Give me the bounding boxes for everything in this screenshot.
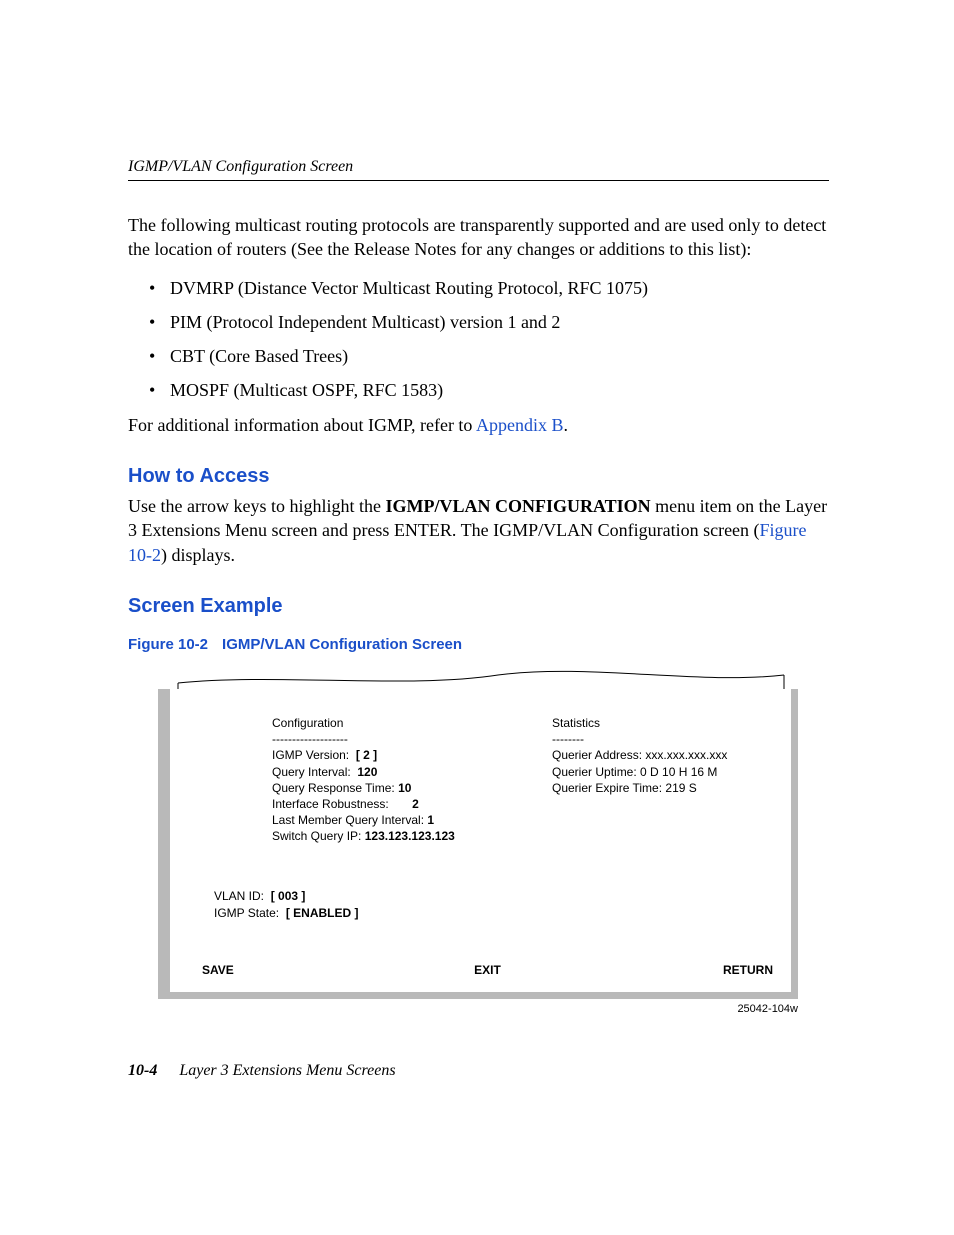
frame-left: [158, 689, 170, 999]
screen-example-heading: Screen Example: [128, 595, 829, 618]
running-head: IGMP/VLAN Configuration Screen: [128, 158, 829, 176]
config-row: Last Member Query Interval: 1: [272, 812, 502, 828]
stats-title: Statistics: [552, 715, 773, 731]
footer-title: Layer 3 Extensions Menu Screens: [161, 1062, 395, 1079]
list-item: PIM (Protocol Independent Multicast) ver…: [128, 310, 829, 334]
list-item: MOSPF (Multicast OSPF, RFC 1583): [128, 378, 829, 402]
query-interval-value[interactable]: 120: [357, 765, 377, 779]
exit-button[interactable]: EXIT: [474, 963, 501, 977]
terminal-screen: Configuration ------------------- IGMP V…: [158, 689, 798, 999]
switch-ip-label: Switch Query IP:: [272, 829, 361, 843]
figure-caption: Figure 10-2 IGMP/VLAN Configuration Scree…: [128, 636, 829, 653]
frame-bottom: [158, 992, 798, 999]
config-row: Query Interval: 120: [272, 764, 502, 780]
config-row: IGMP Version: [ 2 ]: [272, 747, 502, 763]
config-rule: -------------------: [272, 731, 502, 747]
menu-item-bold: IGMP/VLAN CONFIGURATION: [385, 496, 650, 516]
frame-right: [791, 689, 798, 999]
config-row: Interface Robustness: 2: [272, 796, 502, 812]
iface-robust-value[interactable]: 2: [412, 797, 419, 811]
intro-paragraph: The following multicast routing protocol…: [128, 213, 829, 262]
list-item: CBT (Core Based Trees): [128, 344, 829, 368]
last-member-label: Last Member Query Interval:: [272, 813, 424, 827]
switch-ip-value[interactable]: 123.123.123.123: [365, 829, 455, 843]
protocol-list: DVMRP (Distance Vector Multicast Routing…: [128, 276, 829, 403]
state-row: VLAN ID: [ 003 ]: [214, 888, 773, 904]
iface-robust-label: Interface Robustness:: [272, 797, 389, 811]
config-row: Query Response Time: 10: [272, 780, 502, 796]
query-response-value[interactable]: 10: [398, 781, 411, 795]
text: For additional information about IGMP, r…: [128, 415, 476, 435]
stats-row: Querier Address: xxx.xxx.xxx.xxx: [552, 747, 773, 763]
igmp-state-label: IGMP State:: [214, 906, 279, 920]
stats-row: Querier Uptime: 0 D 10 H 16 M: [552, 764, 773, 780]
igmp-state-value[interactable]: [ ENABLED ]: [286, 906, 359, 920]
page-number: 10-4: [128, 1062, 157, 1079]
query-interval-label: Query Interval:: [272, 765, 351, 779]
appendix-link[interactable]: Appendix B: [476, 415, 564, 435]
querier-expire-label: Querier Expire Time:: [552, 781, 662, 795]
last-member-value[interactable]: 1: [427, 813, 434, 827]
querier-address-label: Querier Address:: [552, 748, 642, 762]
text: .: [563, 415, 568, 435]
how-to-access-heading: How to Access: [128, 465, 829, 488]
figure-title: IGMP/VLAN Configuration Screen: [222, 636, 462, 653]
querier-address-value: xxx.xxx.xxx.xxx: [645, 748, 727, 762]
state-row: IGMP State: [ ENABLED ]: [214, 905, 773, 921]
query-response-label: Query Response Time:: [272, 781, 395, 795]
header-rule: [128, 180, 829, 181]
text: Use the arrow keys to highlight the: [128, 496, 385, 516]
igmp-version-label: IGMP Version:: [272, 748, 349, 762]
querier-expire-value: 219 S: [665, 781, 696, 795]
stats-rule: --------: [552, 731, 773, 747]
tear-line-icon: [158, 665, 798, 689]
config-title: Configuration: [272, 715, 502, 731]
appendix-line: For additional information about IGMP, r…: [128, 413, 829, 437]
text: ) displays.: [161, 545, 235, 565]
querier-uptime-value: 0 D 10 H 16 M: [640, 765, 717, 779]
vlan-id-value[interactable]: [ 003 ]: [271, 889, 306, 903]
config-row: Switch Query IP: 123.123.123.123: [272, 828, 502, 844]
how-to-access-text: Use the arrow keys to highlight the IGMP…: [128, 494, 829, 567]
figure-id: 25042-104w: [158, 1003, 798, 1015]
page-footer: 10-4 Layer 3 Extensions Menu Screens: [128, 1062, 396, 1080]
figure: Configuration ------------------- IGMP V…: [158, 665, 798, 1015]
stats-row: Querier Expire Time: 219 S: [552, 780, 773, 796]
igmp-version-value[interactable]: [ 2 ]: [356, 748, 377, 762]
figure-number: Figure 10-2: [128, 636, 208, 653]
list-item: DVMRP (Distance Vector Multicast Routing…: [128, 276, 829, 300]
querier-uptime-label: Querier Uptime:: [552, 765, 637, 779]
vlan-id-label: VLAN ID:: [214, 889, 264, 903]
